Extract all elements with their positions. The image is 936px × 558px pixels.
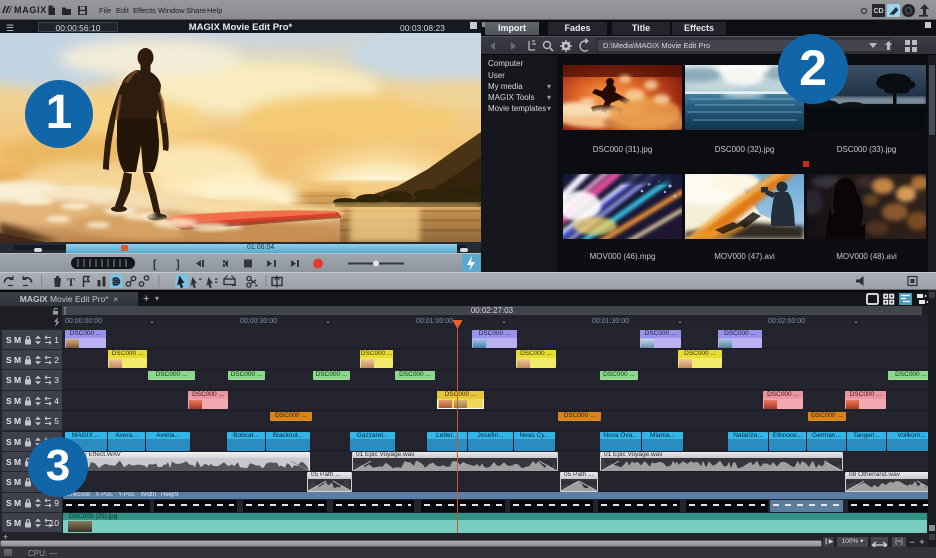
svg-text:[: [ — [153, 259, 157, 271]
svg-text:T: T — [67, 275, 75, 289]
svg-text:]: ] — [176, 259, 180, 271]
svg-text:CD: CD — [873, 8, 883, 15]
svg-text:D:\Media\MAGIX Movie Edit Pro: D:\Media\MAGIX Movie Edit Pro — [603, 41, 710, 50]
